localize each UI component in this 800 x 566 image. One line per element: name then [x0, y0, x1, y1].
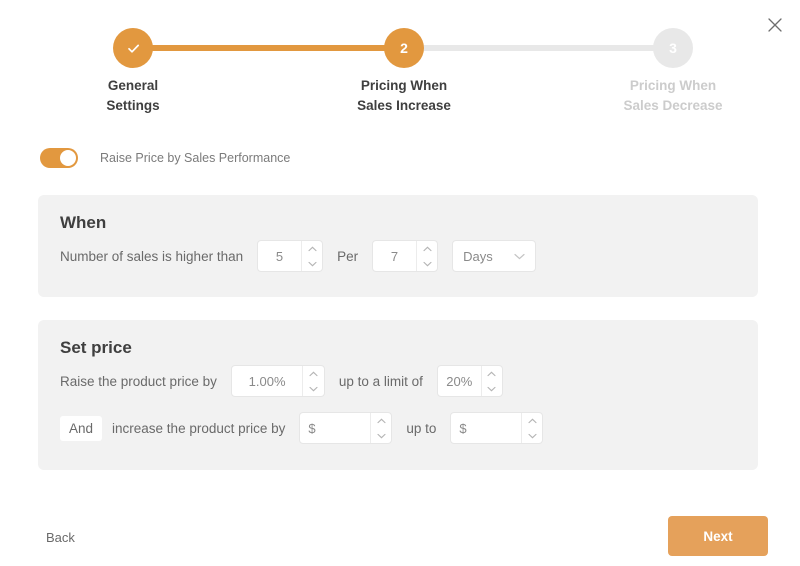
increase-amount-arrows	[369, 413, 391, 443]
when-text-per: Per	[337, 248, 359, 264]
period-value-arrows	[415, 241, 437, 271]
chevron-down-icon	[514, 253, 525, 260]
raise-percent-value[interactable]: 1.00%	[232, 366, 303, 396]
chevron-down-icon[interactable]	[522, 428, 542, 443]
stepper-label-general-settings: General Settings	[33, 76, 233, 116]
sales-count-arrows	[300, 241, 322, 271]
stepper-label-line2: Sales Decrease	[623, 98, 723, 113]
period-value-stepper[interactable]: 7	[372, 240, 439, 272]
increase-amount-limit-stepper[interactable]: $	[450, 412, 544, 444]
chevron-up-icon[interactable]	[417, 241, 437, 256]
stepper-label-line2: Settings	[106, 98, 160, 113]
dialog-footer: Back Next	[0, 505, 800, 566]
raise-percent-limit-value[interactable]: 20%	[438, 366, 481, 396]
when-text-before: Number of sales is higher than	[60, 248, 244, 264]
when-condition-row: Number of sales is higher than 5 Per 7 D…	[60, 240, 537, 272]
chevron-down-icon[interactable]	[417, 256, 437, 271]
period-value[interactable]: 7	[373, 241, 416, 271]
sales-count-value[interactable]: 5	[258, 241, 301, 271]
raise-percent-limit-arrows	[480, 366, 502, 396]
chevron-down-icon[interactable]	[302, 256, 322, 271]
raise-price-toggle[interactable]	[40, 148, 78, 168]
stepper-node-pricing-sales-decrease[interactable]: 3	[653, 28, 693, 68]
chevron-up-icon[interactable]	[371, 413, 391, 428]
when-panel: When Number of sales is higher than 5 Pe…	[38, 195, 758, 297]
stepper-label-pricing-sales-decrease: Pricing When Sales Decrease	[573, 76, 773, 116]
chevron-up-icon[interactable]	[522, 413, 542, 428]
increase-price-amount-row: And increase the product price by $ up t…	[60, 412, 544, 444]
raise-price-text-before: Raise the product price by	[60, 373, 217, 389]
stepper: 2 3 General Settings Pricing When Sales …	[0, 28, 800, 120]
set-price-panel-title: Set price	[60, 338, 132, 357]
stepper-connector-2	[404, 45, 673, 51]
stepper-label-line1: Pricing When	[360, 78, 448, 93]
stepper-node-general-settings[interactable]	[113, 28, 153, 68]
increase-amount-stepper[interactable]: $	[299, 412, 393, 444]
raise-price-toggle-row: Raise Price by Sales Performance	[40, 148, 290, 168]
stepper-connector-1	[133, 45, 404, 51]
conjunction-select[interactable]: And	[60, 415, 103, 441]
raise-percent-stepper[interactable]: 1.00%	[230, 365, 325, 397]
stepper-label-pricing-sales-increase: Pricing When Sales Increase	[304, 76, 504, 116]
period-unit-select[interactable]: Days	[452, 240, 537, 272]
stepper-label-line2: Sales Increase	[357, 98, 451, 113]
chevron-up-icon[interactable]	[482, 366, 502, 381]
period-unit-value: Days	[463, 248, 493, 264]
raise-price-text-middle: up to a limit of	[338, 373, 423, 389]
increase-price-text-before: increase the product price by	[112, 420, 286, 436]
toggle-knob	[60, 150, 76, 166]
stepper-node-number: 2	[400, 40, 408, 56]
stepper-node-number: 3	[669, 40, 677, 56]
sales-count-stepper[interactable]: 5	[257, 240, 324, 272]
increase-price-text-middle: up to	[406, 420, 437, 436]
stepper-label-line1: Pricing When	[629, 78, 717, 93]
chevron-down-icon[interactable]	[482, 381, 502, 396]
raise-price-toggle-label: Raise Price by Sales Performance	[100, 151, 291, 165]
chevron-down-icon[interactable]	[371, 428, 391, 443]
when-panel-title: When	[60, 213, 107, 232]
chevron-down-icon[interactable]	[303, 381, 323, 396]
increase-amount-limit-value[interactable]: $	[451, 413, 521, 443]
raise-price-percent-row: Raise the product price by 1.00% up to a…	[60, 365, 503, 397]
raise-percent-arrows	[302, 366, 323, 396]
increase-amount-value[interactable]: $	[300, 413, 370, 443]
check-icon	[125, 40, 142, 57]
next-button[interactable]: Next	[668, 516, 768, 556]
back-button[interactable]: Back	[46, 530, 75, 545]
set-price-panel: Set price Raise the product price by 1.0…	[38, 320, 758, 470]
chevron-up-icon[interactable]	[302, 241, 322, 256]
increase-amount-limit-arrows	[520, 413, 542, 443]
stepper-node-pricing-sales-increase[interactable]: 2	[384, 28, 424, 68]
stepper-label-line1: General	[107, 78, 159, 93]
chevron-up-icon[interactable]	[303, 366, 323, 381]
raise-percent-limit-stepper[interactable]: 20%	[436, 365, 503, 397]
